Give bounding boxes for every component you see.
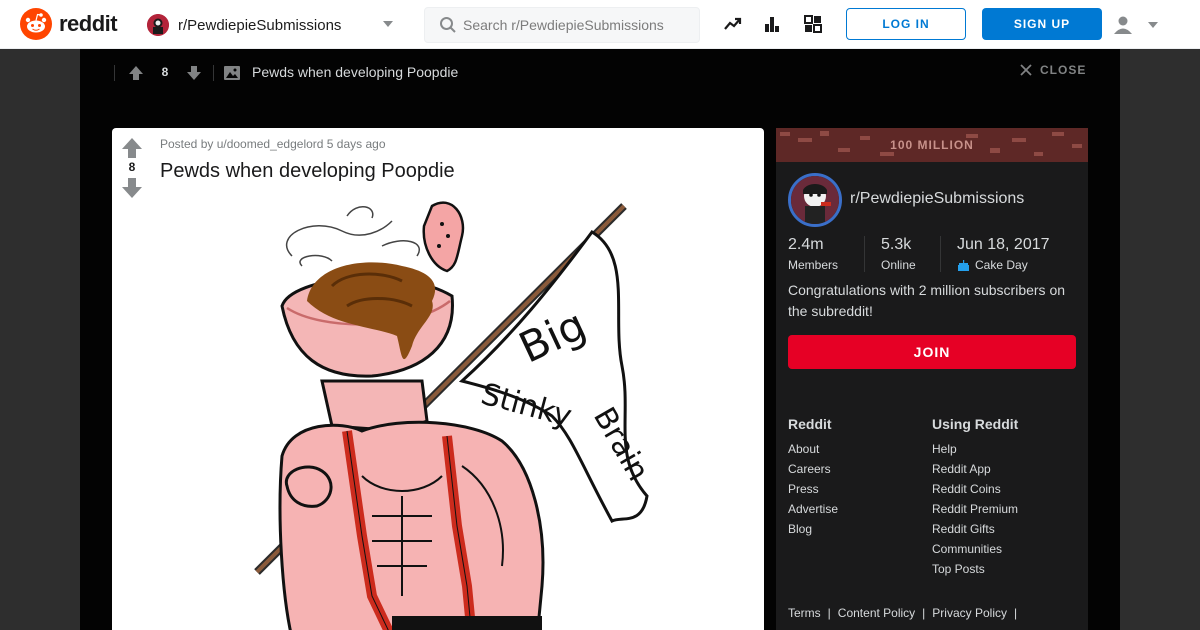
stat-members: 2.4m Members — [788, 236, 838, 272]
upvote-icon[interactable] — [126, 63, 146, 83]
community-avatar-icon — [791, 176, 839, 224]
post-score: 8 — [128, 160, 136, 174]
image-post-icon — [224, 66, 240, 80]
chevron-down-icon — [1148, 22, 1158, 28]
footer-link[interactable]: Reddit Coins — [932, 480, 1018, 500]
links-heading: Reddit — [788, 416, 832, 432]
community-avatar[interactable] — [788, 173, 842, 227]
stat-value: 2.4m — [788, 236, 824, 253]
search-input[interactable] — [463, 17, 683, 33]
search-bar[interactable] — [424, 7, 700, 43]
close-icon — [1020, 64, 1032, 76]
links-column-using-reddit: Using Reddit Help Reddit App Reddit Coin… — [932, 416, 1018, 580]
reddit-logo[interactable]: reddit — [20, 8, 118, 40]
post-title: Pewds when developing Poopdie — [160, 160, 455, 182]
community-card: r/PewdiepieSubmissions 2.4m Members 5.3k… — [776, 162, 1088, 630]
post-card: 8 Posted by u/doomed_edgelord 5 days ago… — [112, 128, 764, 630]
post-image[interactable]: Big Stinky Brain — [252, 196, 672, 630]
downvote-icon[interactable] — [120, 176, 144, 200]
community-name[interactable]: r/PewdiepieSubmissions — [850, 190, 1024, 208]
subreddit-name: r/PewdiepieSubmissions — [178, 16, 342, 34]
divider — [213, 65, 214, 81]
subreddit-avatar-icon — [147, 14, 169, 36]
reddit-alien-icon — [20, 8, 52, 40]
search-icon — [440, 17, 456, 33]
stat-value: 5.3k — [881, 236, 912, 253]
post-meta[interactable]: Posted by u/doomed_edgelord 5 days ago — [160, 137, 386, 151]
terms-link[interactable]: Terms — [788, 606, 821, 620]
stat-label: Online — [881, 258, 916, 272]
chevron-down-icon — [383, 21, 393, 27]
signup-button[interactable]: SIGN UP — [982, 8, 1102, 40]
post-bar-title: Pewds when developing Poopdie — [252, 64, 459, 80]
footer-link[interactable]: Blog — [788, 520, 838, 540]
community-description: Congratulations with 2 million subscribe… — [788, 282, 1066, 319]
separator: | — [827, 606, 831, 620]
post-top-bar: 8 Pewds when developing Poopdie CLOSE — [80, 49, 1120, 97]
trending-icon[interactable] — [723, 14, 743, 34]
top-header: reddit r/PewdiepieSubmissions Search r/P… — [0, 0, 1200, 49]
stat-cake-day: Jun 18, 2017 Cake Day — [957, 236, 1050, 272]
stats-icon[interactable] — [762, 14, 782, 34]
user-menu[interactable] — [1112, 12, 1162, 38]
downvote-icon[interactable] — [184, 63, 204, 83]
brand-wordmark: reddit — [59, 11, 118, 36]
legal-links: Terms | Content Policy | Privacy Policy … — [788, 606, 1024, 620]
stat-value: Jun 18, 2017 — [957, 236, 1050, 253]
join-button[interactable]: JOIN — [788, 335, 1076, 369]
privacy-policy-link[interactable]: Privacy Policy — [932, 606, 1007, 620]
user-icon — [1114, 16, 1132, 34]
coins-icon[interactable] — [803, 14, 823, 34]
footer-link[interactable]: Advertise — [788, 500, 838, 520]
separator: | — [922, 606, 926, 620]
stat-label: Cake Day — [975, 258, 1028, 272]
separator: | — [1013, 606, 1018, 620]
stat-label: Members — [788, 258, 839, 272]
footer-link[interactable]: Reddit Gifts — [932, 520, 1018, 540]
links-heading: Using Reddit — [932, 416, 1019, 432]
divider — [940, 236, 941, 272]
footer-link[interactable]: Press — [788, 480, 838, 500]
community-banner: 100 MILLION — [776, 128, 1088, 162]
divider — [114, 65, 115, 81]
banner-text: 100 MILLION — [890, 138, 974, 152]
upvote-icon[interactable] — [120, 136, 144, 160]
post-overlay: 8 Pewds when developing Poopdie CLOSE 8 — [80, 49, 1120, 630]
stat-label-row: Cake Day — [957, 258, 1050, 272]
footer-link[interactable]: Reddit Premium — [932, 500, 1018, 520]
footer-link[interactable]: Communities — [932, 540, 1018, 560]
content-policy-link[interactable]: Content Policy — [838, 606, 915, 620]
footer-link[interactable]: Reddit App — [932, 460, 1018, 480]
subreddit-switcher[interactable]: r/PewdiepieSubmissions — [147, 12, 397, 38]
login-button[interactable]: LOG IN — [846, 8, 966, 40]
links-column-reddit: Reddit About Careers Press Advertise Blo… — [788, 416, 838, 540]
close-button[interactable]: CLOSE — [1020, 63, 1086, 77]
footer-link[interactable]: Top Posts — [932, 560, 1018, 580]
footer-link[interactable]: Careers — [788, 460, 838, 480]
cake-icon — [958, 260, 969, 271]
footer-link[interactable]: Help — [932, 440, 1018, 460]
post-score: 8 — [161, 65, 169, 79]
divider — [864, 236, 865, 272]
footer-link[interactable]: About — [788, 440, 838, 460]
stat-online: 5.3k Online — [881, 236, 916, 272]
close-label: CLOSE — [1040, 63, 1087, 77]
